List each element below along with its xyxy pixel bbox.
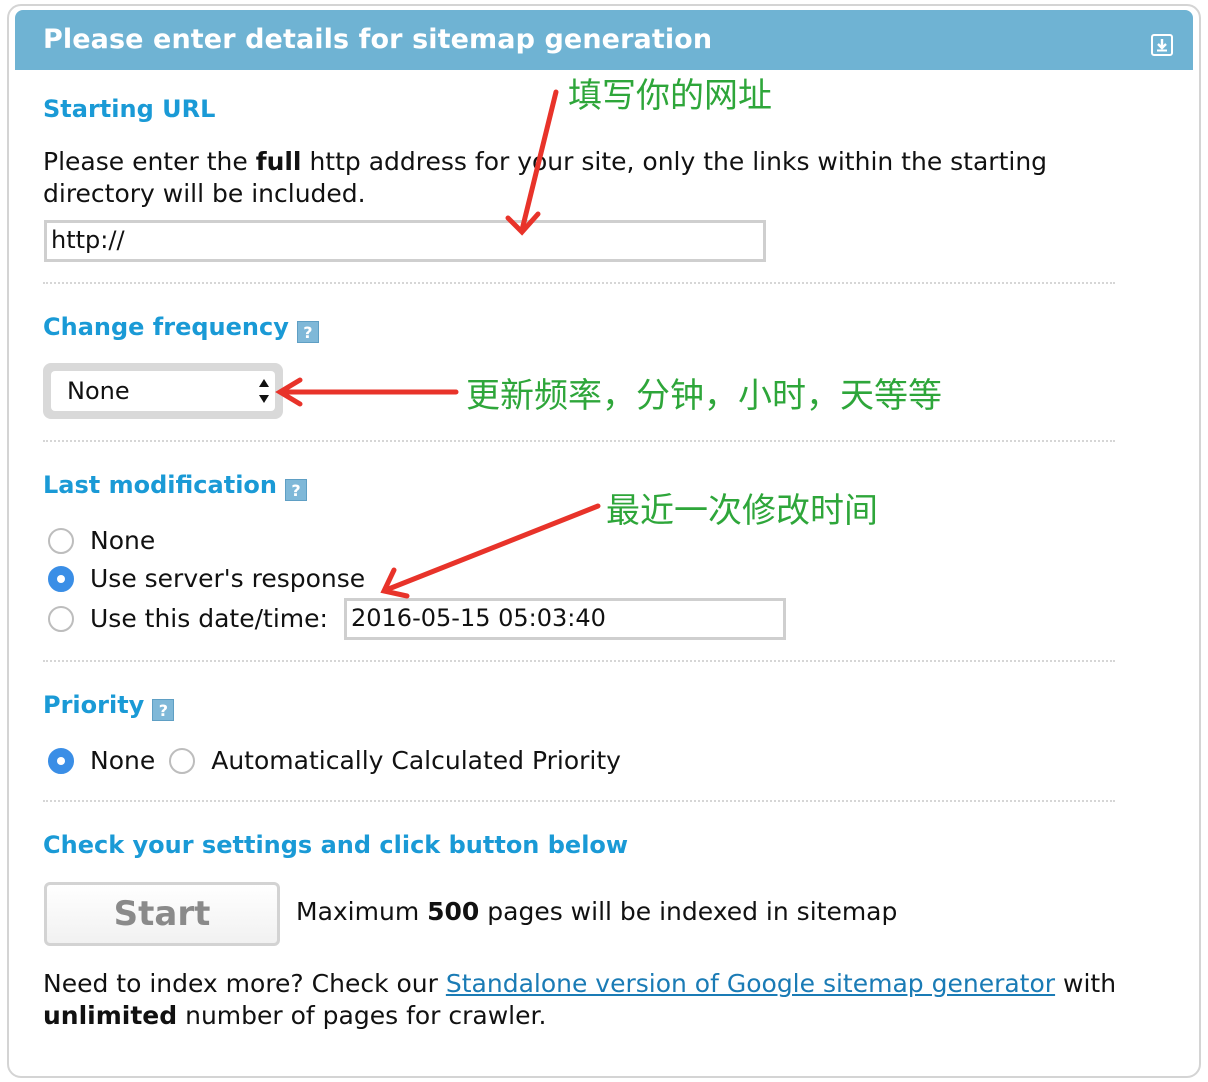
datetime-input[interactable]: 2016-05-15 05:03:40 [344,598,786,640]
radio-label: Automatically Calculated Priority [211,746,621,775]
max-pages-text: Maximum 500 pages will be indexed in sit… [296,897,898,926]
check-settings-heading: Check your settings and click button bel… [43,831,629,859]
radio-button-checked[interactable] [48,565,74,592]
help-icon[interactable]: ? [296,321,319,343]
help-icon[interactable]: ? [285,479,307,501]
lastmod-option-server[interactable]: Use server's response [48,564,365,593]
help-icon[interactable]: ? [152,699,175,721]
last-modification-heading: Last modification? [43,471,307,501]
divider [43,282,1115,284]
panel-header: Please enter details for sitemap generat… [15,10,1193,70]
frequency-annotation: 更新频率，分钟，小时，天等等 [466,376,942,416]
change-frequency-heading: Change frequency? [43,313,319,343]
radio-button[interactable] [169,747,196,774]
start-button[interactable]: Start [44,882,280,946]
change-frequency-select[interactable]: None [43,363,283,419]
radio-label: None [90,746,156,775]
lastmod-annotation: 最近一次修改时间 [606,491,878,531]
radio-label: None [90,526,156,555]
radio-button[interactable] [48,605,74,632]
divider [43,800,1115,802]
radio-label: Use server's response [90,564,366,593]
divider [43,440,1115,442]
radio-label: Use this date/time: [90,604,328,633]
starting-url-description: Please enter the full http address for y… [43,147,1048,208]
select-arrows-icon [259,379,269,403]
lastmod-option-none[interactable]: None [48,526,155,555]
radio-button[interactable] [48,527,74,554]
radio-button-checked[interactable] [48,747,74,774]
starting-url-heading: Starting URL [43,95,216,123]
priority-options: None Automatically Calculated Priority [48,746,621,775]
priority-heading: Priority? [43,691,175,721]
url-annotation: 填写你的网址 [568,76,772,116]
starting-url-input[interactable]: http:// [44,220,766,262]
footer-text: Need to index more? Check our Standalone… [43,969,1117,1030]
change-frequency-selected: None [51,371,275,411]
standalone-version-link[interactable]: Standalone version of Google sitemap gen… [446,969,1055,998]
panel-title: Please enter details for sitemap generat… [43,24,713,55]
divider [43,660,1115,662]
collapse-down-icon[interactable] [1151,34,1173,56]
lastmod-option-datetime[interactable]: Use this date/time: [48,604,328,633]
